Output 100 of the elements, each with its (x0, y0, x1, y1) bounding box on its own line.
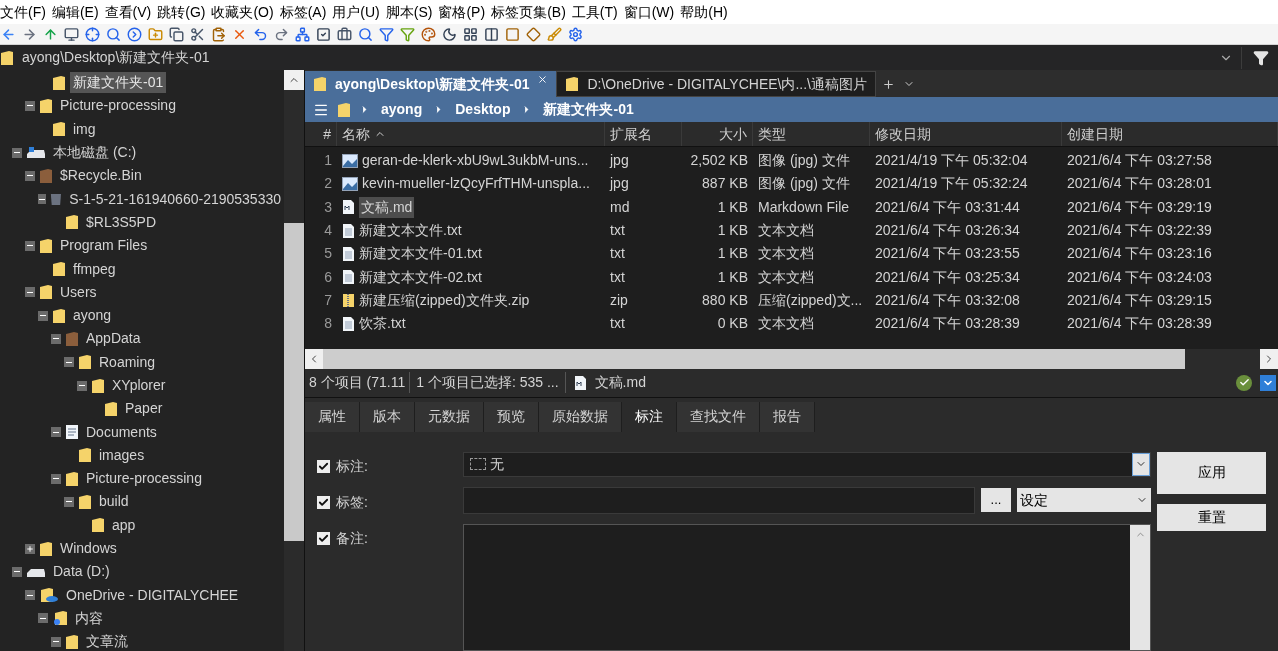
browse-button[interactable]: ... (981, 488, 1011, 512)
chevron-circle-icon[interactable] (126, 26, 142, 42)
monitor-icon[interactable] (63, 26, 79, 42)
menu-item[interactable]: 跳转(G) (154, 1, 209, 23)
checkbox[interactable] (317, 495, 330, 509)
target-icon[interactable] (84, 26, 100, 42)
tree-item[interactable]: 内容 (72, 607, 106, 629)
folder-tab[interactable]: ayong\Desktop\新建文件夹-01 (305, 71, 557, 97)
collapse-toggle[interactable] (25, 590, 35, 601)
info-tab[interactable]: 预览 (484, 401, 539, 432)
tree-item[interactable]: 本地磁盘 (C:) (50, 142, 140, 164)
collapse-toggle[interactable] (38, 310, 48, 321)
tree-item[interactable]: app (109, 514, 139, 536)
menu-item[interactable]: 收藏夹(O) (208, 1, 277, 23)
menu-item[interactable]: 标签页集(B) (488, 1, 569, 23)
menu-item[interactable]: 窗口(W) (620, 1, 678, 23)
search-icon[interactable] (357, 26, 373, 42)
info-tab[interactable]: 版本 (360, 401, 415, 432)
tree-item[interactable]: $RL3S5PD (83, 211, 160, 233)
file-name[interactable]: 新建文本文件-01.txt (359, 243, 482, 265)
menu-item[interactable]: 标签(A) (276, 1, 330, 23)
column-header[interactable]: # (305, 122, 337, 146)
tree-item[interactable]: $Recycle.Bin (57, 165, 145, 187)
tree-item[interactable]: Users (57, 281, 100, 303)
mode-select[interactable]: 设定 (1017, 488, 1151, 512)
tree-item[interactable]: Data (D:) (50, 561, 113, 583)
tree-item[interactable]: Program Files (57, 235, 151, 257)
tree-item[interactable]: ffmpeg (70, 258, 119, 280)
info-tab[interactable]: 原始数据 (539, 401, 622, 432)
collapse-toggle[interactable] (12, 147, 22, 158)
menu-item[interactable]: 窗格(P) (435, 1, 489, 23)
collapse-toggle[interactable] (51, 473, 61, 484)
checkbox[interactable] (317, 531, 330, 545)
info-tab[interactable]: 元数据 (415, 401, 484, 432)
menu-item[interactable]: 查看(V) (101, 1, 155, 23)
tree-item[interactable]: Windows (57, 538, 120, 560)
folder-tab[interactable]: D:\OneDrive - DIGITALYCHEE\内...\通稿图片 (556, 71, 876, 97)
menu-item[interactable]: 帮助(H) (677, 1, 731, 23)
collapse-toggle[interactable] (51, 427, 61, 438)
collapse-toggle[interactable] (77, 380, 87, 391)
back-icon[interactable] (0, 26, 16, 42)
menu-item[interactable]: 脚本(S) (382, 1, 436, 23)
collapse-toggle[interactable] (51, 333, 61, 344)
grid-icon[interactable] (462, 26, 478, 42)
tree-item[interactable]: AppData (83, 328, 144, 350)
columns-icon[interactable] (483, 26, 499, 42)
memo-textarea[interactable] (463, 523, 1151, 651)
menu-item[interactable]: 工具(T) (568, 1, 621, 23)
panel-button[interactable]: 重置 (1157, 503, 1266, 531)
tree-item[interactable]: Roaming (96, 351, 159, 373)
file-name[interactable]: 饮茶.txt (359, 313, 406, 335)
up-arrow-icon[interactable] (42, 26, 58, 42)
tree-item[interactable]: Picture-processing (83, 468, 205, 490)
file-name[interactable]: 新建压缩(zipped)文件夹.zip (359, 289, 530, 311)
file-name[interactable]: 新建文本文件-02.txt (359, 266, 482, 288)
checkbox[interactable] (317, 459, 330, 473)
file-name[interactable]: kevin-mueller-lzQcyFrfTHM-unspla... (362, 173, 590, 195)
vertical-scrollbar[interactable] (284, 70, 304, 651)
column-header[interactable]: 创建日期 (1062, 122, 1278, 146)
collapse-toggle[interactable] (38, 613, 48, 624)
collapse-toggle[interactable] (25, 240, 35, 251)
tree-item[interactable]: S-1-5-21-161940660-2190535330 (66, 188, 284, 210)
column-header[interactable]: 扩展名 (605, 122, 682, 146)
tree-item[interactable]: build (96, 491, 132, 513)
tree-item[interactable]: 新建文件夹-01 (70, 72, 167, 94)
brush-icon[interactable] (546, 26, 562, 42)
collapse-toggle[interactable] (64, 357, 74, 368)
close-icon[interactable] (537, 73, 549, 85)
column-header[interactable]: 名称 (337, 122, 605, 146)
tree-item[interactable]: Picture-processing (57, 95, 179, 117)
moon-icon[interactable] (441, 26, 457, 42)
tree-item[interactable]: img (70, 118, 99, 140)
diamond-icon[interactable] (525, 26, 541, 42)
dropdown-field[interactable]: 无 (463, 451, 1151, 477)
collapse-toggle[interactable] (38, 194, 47, 205)
file-name[interactable]: geran-de-klerk-xbU9wL3ukbM-uns... (362, 150, 589, 172)
tree-item[interactable]: Paper (122, 398, 166, 420)
paste-icon[interactable] (210, 26, 226, 42)
tree-item[interactable]: 文章流 (83, 631, 131, 651)
tree-item[interactable]: Documents (83, 421, 160, 443)
collapse-toggle[interactable] (25, 287, 35, 298)
tags-input-field[interactable] (463, 486, 975, 514)
new-folder-icon[interactable] (147, 26, 163, 42)
settings-icon[interactable] (567, 26, 583, 42)
info-tab[interactable]: 报告 (760, 401, 815, 432)
search-icon[interactable] (105, 26, 121, 42)
copy-icon[interactable] (168, 26, 184, 42)
collapse-toggle[interactable] (25, 100, 35, 111)
breadcrumb-item[interactable]: ayong (378, 99, 426, 120)
palette-icon[interactable] (420, 26, 436, 42)
tree-item[interactable]: ayong (70, 305, 115, 327)
briefcase-icon[interactable] (336, 26, 352, 42)
column-header[interactable]: 大小 (682, 122, 753, 146)
breadcrumb-item[interactable]: 新建文件夹-01 (540, 99, 637, 120)
square-icon[interactable] (504, 26, 520, 42)
cut-icon[interactable] (189, 26, 205, 42)
column-header[interactable]: 修改日期 (870, 122, 1062, 146)
expand-toggle[interactable] (25, 543, 35, 554)
menu-item[interactable]: 用户(U) (329, 1, 383, 23)
undo-icon[interactable] (252, 26, 268, 42)
